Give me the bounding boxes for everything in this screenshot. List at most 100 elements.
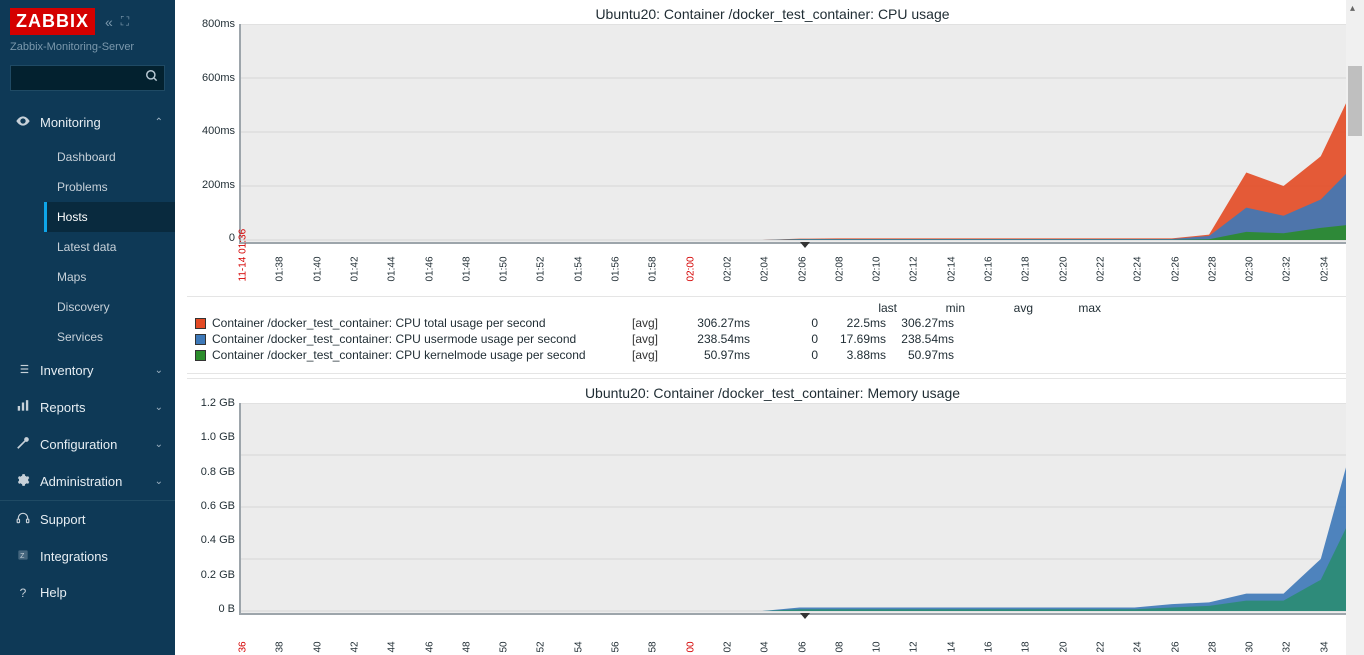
ytick: 0.8 GB [201, 466, 235, 478]
nav-integrations[interactable]: Z Integrations [0, 538, 175, 575]
graph-cpu-plot[interactable]: 800ms600ms400ms200ms0 [187, 24, 1358, 244]
ytick: 400ms [202, 125, 235, 137]
xtick: 40 [312, 641, 323, 652]
xtick: 44 [387, 641, 398, 652]
nav: Monitoring ⌃ Dashboard Problems Hosts La… [0, 103, 175, 655]
xtick: 14 [946, 641, 957, 652]
xtick: 02:22 [1095, 256, 1106, 281]
xtick: 02:08 [834, 256, 845, 281]
xtick: 01:38 [275, 256, 286, 281]
xtick: 50 [499, 641, 510, 652]
nav-inventory[interactable]: Inventory ⌄ [0, 352, 175, 389]
xtick: 01:52 [536, 256, 547, 281]
help-icon: ? [12, 586, 34, 600]
xtick: 06 [797, 641, 808, 652]
header: ZABBIX « ⛶ [0, 0, 175, 39]
xtick: 12 [909, 641, 920, 652]
xtick: 24 [1133, 641, 1144, 652]
legend-col-avg: avg [965, 301, 1033, 315]
ytick: 800ms [202, 18, 235, 30]
scrollbar-thumb[interactable] [1348, 66, 1362, 136]
ytick: 0 B [218, 603, 235, 615]
chevron-up-icon: ⌃ [155, 117, 163, 128]
wrench-icon [12, 436, 34, 453]
xtick: 04 [760, 641, 771, 652]
legend-name: Container /docker_test_container: CPU us… [212, 331, 632, 347]
legend-row: Container /docker_test_container: CPU us… [195, 331, 1358, 347]
legend-min: 0 [750, 347, 818, 363]
xtick: 48 [461, 641, 472, 652]
graph-cpu-yaxis: 800ms600ms400ms200ms0 [187, 24, 239, 244]
server-name: Zabbix-Monitoring-Server [0, 39, 175, 61]
legend-col-max: max [1033, 301, 1101, 315]
xtick: 01:42 [349, 256, 360, 281]
graph-cpu: Ubuntu20: Container /docker_test_contain… [187, 0, 1358, 367]
subnav-discovery[interactable]: Discovery [44, 292, 175, 322]
legend-type: [avg] [632, 331, 682, 347]
xtick: 02:24 [1133, 256, 1144, 281]
nav-monitoring[interactable]: Monitoring ⌃ [0, 103, 175, 142]
integrations-icon: Z [12, 548, 34, 565]
xtick: 02:16 [984, 256, 995, 281]
legend-type: [avg] [632, 315, 682, 331]
nav-configuration[interactable]: Configuration ⌄ [0, 426, 175, 463]
chevron-down-icon: ⌄ [155, 476, 163, 487]
graph-memory-plot[interactable]: 1.2 GB1.0 GB0.8 GB0.6 GB0.4 GB0.2 GB0 B [187, 403, 1358, 615]
xtick: 01:48 [461, 256, 472, 281]
nav-support-label: Support [40, 512, 163, 527]
xtick: 18 [1021, 641, 1032, 652]
ytick: 1.0 GB [201, 431, 235, 443]
xtick: 02:14 [946, 256, 957, 281]
subnav-problems[interactable]: Problems [44, 172, 175, 202]
xtick: 11-14 01:36 [238, 229, 249, 282]
search-input[interactable] [10, 65, 165, 91]
xtick: 02:00 [685, 256, 696, 281]
subnav-dashboard[interactable]: Dashboard [44, 142, 175, 172]
nav-configuration-label: Configuration [40, 437, 155, 452]
legend-last: 306.27ms [682, 315, 750, 331]
main-content: Ubuntu20: Container /docker_test_contain… [175, 0, 1364, 655]
scrollbar-vertical[interactable]: ▴ [1346, 0, 1364, 655]
ytick: 0.6 GB [201, 500, 235, 512]
legend-color-swatch [195, 350, 206, 361]
xtick: 02:12 [909, 256, 920, 281]
xtick: 02:02 [722, 256, 733, 281]
nav-support[interactable]: Support [0, 501, 175, 538]
nav-help[interactable]: ? Help [0, 575, 175, 610]
logo[interactable]: ZABBIX [10, 8, 95, 35]
headset-icon [12, 511, 34, 528]
chevron-down-icon: ⌄ [155, 402, 163, 413]
xtick: 58 [648, 641, 659, 652]
svg-text:Z: Z [20, 553, 25, 560]
scroll-up-icon[interactable]: ▴ [1350, 3, 1355, 14]
nav-administration-label: Administration [40, 474, 155, 489]
xtick: 30 [1245, 641, 1256, 652]
search-wrapper [10, 65, 165, 91]
sidebar: ZABBIX « ⛶ Zabbix-Monitoring-Server Moni… [0, 0, 175, 655]
legend-last: 50.97ms [682, 347, 750, 363]
graph-cpu-xaxis: 11-14 01:3601:3801:4001:4201:4401:4601:4… [239, 244, 1358, 296]
subnav-hosts[interactable]: Hosts [44, 202, 175, 232]
fullscreen-icon[interactable]: ⛶ [121, 14, 129, 29]
subnav-services[interactable]: Services [44, 322, 175, 352]
ytick: 0 [229, 232, 235, 244]
legend-type: [avg] [632, 347, 682, 363]
legend-max: 50.97ms [886, 347, 954, 363]
collapse-sidebar-icon[interactable]: « [105, 14, 113, 30]
legend-avg: 3.88ms [818, 347, 886, 363]
xtick: 01:58 [648, 256, 659, 281]
legend-row: Container /docker_test_container: CPU ke… [195, 347, 1358, 363]
xtick: 01:50 [499, 256, 510, 281]
legend-max: 238.54ms [886, 331, 954, 347]
xtick: 08 [834, 641, 845, 652]
nav-reports[interactable]: Reports ⌄ [0, 389, 175, 426]
legend-header: last min avg max [829, 301, 1358, 315]
nav-administration[interactable]: Administration ⌄ [0, 463, 175, 500]
xtick: 02:34 [1319, 256, 1330, 281]
xtick: 02:20 [1058, 256, 1069, 281]
subnav-latest-data[interactable]: Latest data [44, 232, 175, 262]
xtick: 01:40 [312, 256, 323, 281]
subnav-maps[interactable]: Maps [44, 262, 175, 292]
search-icon[interactable] [145, 69, 159, 86]
graph-cpu-legend: last min avg max Container /docker_test_… [187, 296, 1358, 367]
